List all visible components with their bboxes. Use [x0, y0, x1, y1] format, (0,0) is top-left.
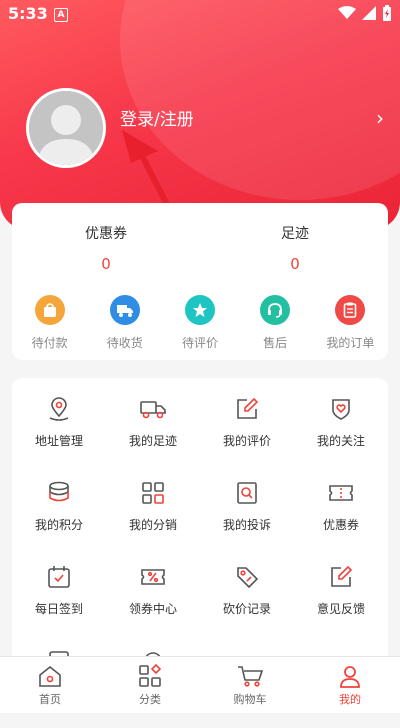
signal-icon [362, 6, 376, 20]
user-icon [300, 663, 400, 689]
wifi-icon [338, 6, 356, 19]
calendar-check-icon [12, 562, 106, 592]
service-label: 我的关注 [316, 434, 365, 448]
bottom-tab-bar: 首页 分类 购物车 我的 [0, 656, 400, 713]
headset-icon [260, 295, 291, 325]
service-label: 地址管理 [34, 434, 83, 448]
status-icons [338, 5, 392, 21]
service-reviews[interactable]: 我的评价 [200, 392, 294, 476]
service-label: 砍价记录 [222, 602, 271, 616]
stats-card: 优惠券 0 足迹 0 待付款 待收货 待评价 售后 我的订单 [12, 203, 388, 360]
my-orders[interactable]: 我的订单 [313, 295, 388, 351]
order-pending-review[interactable]: 待评价 [162, 295, 237, 351]
category-icon [100, 663, 200, 689]
service-coupon-center[interactable]: 领券中心 [106, 560, 200, 644]
service-label: 我的投诉 [222, 518, 271, 532]
stat-label: 优惠券 [85, 226, 127, 242]
order-label: 待收货 [106, 336, 143, 350]
tab-label: 我的 [339, 693, 361, 706]
cart-icon [200, 663, 300, 689]
notification-icon: A [54, 8, 68, 22]
tab-category[interactable]: 分类 [100, 657, 200, 713]
footprint-stat[interactable]: 足迹 0 [235, 223, 355, 273]
service-feedback[interactable]: 意见反馈 [294, 560, 388, 644]
tab-home[interactable]: 首页 [0, 657, 100, 713]
service-label: 优惠券 [322, 518, 359, 532]
order-pending-receipt[interactable]: 待收货 [87, 295, 162, 351]
service-label: 领券中心 [128, 602, 177, 616]
service-coupons[interactable]: 优惠券 [294, 476, 388, 560]
service-footprint[interactable]: 我的足迹 [106, 392, 200, 476]
tab-label: 分类 [139, 693, 161, 706]
tab-cart[interactable]: 购物车 [200, 657, 300, 713]
service-label: 我的足迹 [128, 434, 177, 448]
service-label: 我的分销 [128, 518, 177, 532]
service-points[interactable]: 我的积分 [12, 476, 106, 560]
feedback-icon [294, 562, 388, 592]
edit-icon [200, 394, 294, 424]
order-label: 待付款 [31, 336, 68, 350]
status-bar: 5:33 A [0, 0, 400, 30]
tab-mine[interactable]: 我的 [300, 657, 400, 713]
coupon-percent-icon [106, 562, 200, 592]
truck-outline-icon [106, 394, 200, 424]
service-distribution[interactable]: 我的分销 [106, 476, 200, 560]
service-checkin[interactable]: 每日签到 [12, 560, 106, 644]
stat-value: 0 [101, 255, 111, 273]
home-icon [0, 663, 100, 689]
service-label: 意见反馈 [316, 602, 365, 616]
battery-icon [383, 5, 391, 21]
service-address[interactable]: 地址管理 [12, 392, 106, 476]
services-card: 地址管理 我的足迹 我的评价 我的关注 我的积分 我的分销 我的投诉 优惠券 每… [12, 378, 388, 678]
coupon-stat[interactable]: 优惠券 0 [46, 223, 166, 273]
service-label: 我的积分 [34, 518, 83, 532]
location-icon [12, 394, 106, 424]
tab-label: 首页 [39, 693, 61, 706]
tab-label: 购物车 [233, 693, 267, 706]
chevron-right-icon[interactable]: › [376, 106, 384, 130]
login-register-link[interactable]: 登录/注册 [120, 105, 194, 130]
order-shortcuts: 待付款 待收货 待评价 售后 我的订单 [12, 295, 388, 351]
default-avatar-icon [29, 91, 103, 165]
grid-icon [106, 478, 200, 508]
star-icon [184, 295, 215, 325]
order-list-icon [335, 295, 366, 325]
heart-icon [294, 394, 388, 424]
service-bargain-records[interactable]: 砍价记录 [200, 560, 294, 644]
complaint-icon [200, 478, 294, 508]
order-pending-payment[interactable]: 待付款 [12, 295, 87, 351]
order-label: 待评价 [181, 336, 218, 350]
stat-label: 足迹 [281, 226, 309, 242]
order-after-sales[interactable]: 售后 [238, 295, 313, 351]
coins-icon [12, 478, 106, 508]
ticket-icon [294, 478, 388, 508]
truck-icon [109, 295, 140, 325]
avatar[interactable] [26, 88, 106, 168]
stat-value: 0 [290, 255, 300, 273]
order-label: 售后 [263, 336, 288, 350]
order-label: 我的订单 [326, 336, 375, 350]
service-follows[interactable]: 我的关注 [294, 392, 388, 476]
service-complaints[interactable]: 我的投诉 [200, 476, 294, 560]
status-time: 5:33 [8, 4, 48, 23]
service-label: 每日签到 [34, 602, 83, 616]
service-label: 我的评价 [222, 434, 271, 448]
header-glow [120, 0, 400, 200]
bag-icon [34, 295, 65, 325]
tag-icon [200, 562, 294, 592]
